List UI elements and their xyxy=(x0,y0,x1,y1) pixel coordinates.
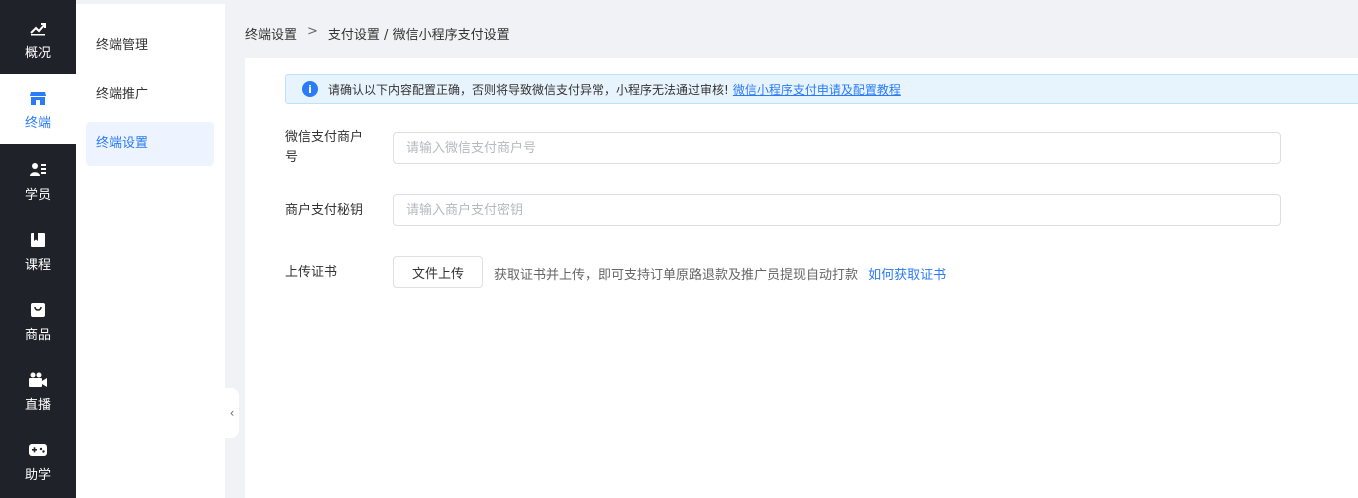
users-icon xyxy=(28,160,48,180)
how-to-get-cert-link[interactable]: 如何获取证书 xyxy=(868,268,946,283)
secret-input[interactable] xyxy=(393,194,1281,226)
chart-up-icon xyxy=(28,18,48,38)
nav-item-label: 学员 xyxy=(24,187,51,203)
submenu-item-terminal-promotion[interactable]: 终端推广 xyxy=(86,73,214,117)
merchant-id-label: 微信支付商户号 xyxy=(285,130,364,165)
main-nav: 概况 终端 学员 课程 商品 直播 助学 xyxy=(0,0,76,498)
breadcrumb-current: 支付设置 / 微信小程序支付设置 xyxy=(327,28,510,43)
nav-item-label: 直播 xyxy=(24,397,51,413)
breadcrumb-root[interactable]: 终端设置 xyxy=(245,24,297,43)
cert-label: 上传证书 xyxy=(285,265,338,280)
chevron-left-icon: ‹ xyxy=(229,406,235,420)
bag-icon xyxy=(28,300,48,320)
nav-item-label: 助学 xyxy=(24,467,51,483)
breadcrumb-separator: > xyxy=(307,24,318,39)
info-icon: i xyxy=(302,81,318,97)
collapse-submenu-button[interactable]: ‹ xyxy=(225,388,239,438)
alert-message: 请确认以下内容配置正确，否则将导致微信支付异常，小程序无法通过审核! xyxy=(328,82,729,97)
app-root: 概况 终端 学员 课程 商品 直播 助学 终端管理 终端推广 终端设置 ‹ 终端… xyxy=(0,0,1358,498)
alert-tutorial-link[interactable]: 微信小程序支付申请及配置教程 xyxy=(733,81,901,98)
nav-item-students[interactable]: 学员 xyxy=(0,146,76,216)
upload-hint: 获取证书并上传，即可支持订单原路退款及推广员提现自动打款 如何获取证书 xyxy=(494,264,946,283)
nav-item-label: 商品 xyxy=(24,327,51,343)
settings-card: i 请确认以下内容配置正确，否则将导致微信支付异常，小程序无法通过审核! 微信小… xyxy=(245,58,1358,498)
store-icon xyxy=(28,88,48,108)
nav-item-products[interactable]: 商品 xyxy=(0,286,76,356)
nav-item-label: 概况 xyxy=(24,45,51,61)
file-upload-button[interactable]: 文件上传 xyxy=(393,256,483,288)
config-alert: i 请确认以下内容配置正确，否则将导致微信支付异常，小程序无法通过审核! 微信小… xyxy=(285,74,1358,104)
nav-item-study-aid[interactable]: 助学 xyxy=(0,426,76,496)
sub-menu: 终端管理 终端推广 终端设置 xyxy=(76,0,225,498)
secret-label: 商户支付秘钥 xyxy=(285,203,364,218)
video-icon xyxy=(28,370,48,390)
gamepad-icon xyxy=(28,440,48,460)
nav-item-live[interactable]: 直播 xyxy=(0,356,76,426)
nav-item-courses[interactable]: 课程 xyxy=(0,216,76,286)
submenu-item-terminal-management[interactable]: 终端管理 xyxy=(86,24,214,68)
book-icon xyxy=(28,230,48,250)
nav-item-terminal[interactable]: 终端 xyxy=(0,74,76,144)
nav-item-label: 课程 xyxy=(24,257,51,273)
merchant-id-input[interactable] xyxy=(393,132,1281,164)
upload-hint-text: 获取证书并上传，即可支持订单原路退款及推广员提现自动打款 xyxy=(494,268,859,283)
breadcrumb: 终端设置 > 支付设置 / 微信小程序支付设置 xyxy=(245,24,510,43)
nav-item-overview[interactable]: 概况 xyxy=(0,4,76,74)
submenu-item-terminal-settings[interactable]: 终端设置 xyxy=(86,122,214,166)
nav-item-label: 终端 xyxy=(24,115,51,131)
